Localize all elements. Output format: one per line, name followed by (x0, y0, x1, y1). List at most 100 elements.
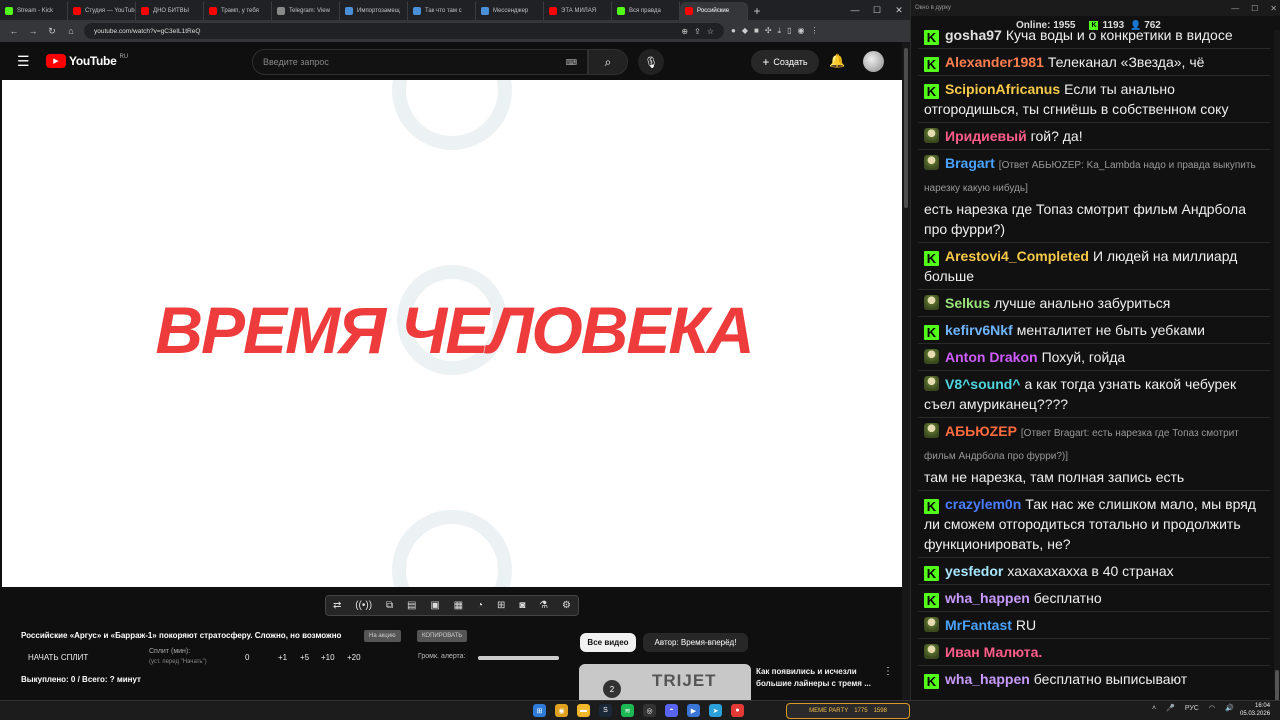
chat-scrollbar[interactable] (1274, 30, 1280, 710)
chat-username[interactable]: Иван Малюта. (945, 644, 1042, 660)
browser-tab[interactable]: Российские (680, 2, 748, 20)
alert-volume-slider[interactable] (478, 656, 559, 660)
voice-search-button[interactable]: 🎙 (638, 49, 664, 75)
chat-username[interactable]: Arestovi4_Completed (945, 248, 1089, 264)
chat-username[interactable]: gosha97 (945, 30, 1002, 43)
telegram-icon[interactable]: ➤ (709, 704, 722, 717)
app-icon[interactable]: ● (731, 704, 744, 717)
extension-icon[interactable]: ◆ (742, 26, 748, 36)
new-tab-icon[interactable]: + (748, 2, 766, 20)
maximize-icon[interactable]: ☐ (866, 5, 888, 16)
create-button[interactable]: + Создать (751, 50, 819, 74)
chat-username[interactable]: Иридиевый (945, 128, 1027, 144)
avatar[interactable] (863, 51, 884, 72)
browser-tab[interactable]: Telegram: View (272, 2, 340, 20)
start-split-button[interactable]: НАЧАТЬ СПЛИТ (28, 653, 88, 662)
media-player-icon[interactable]: ▶ (687, 704, 700, 717)
copy-pill-button[interactable]: КОПИРОВАТЬ (417, 630, 468, 642)
reload-icon[interactable]: ↻ (46, 26, 58, 37)
chat-username[interactable]: ScipionAfricanus (945, 81, 1060, 97)
chat-username[interactable]: MrFantast (945, 617, 1012, 633)
chat-username[interactable]: kefirv6Nkf (945, 322, 1013, 338)
chat-username[interactable]: V8^sound^ (945, 376, 1020, 392)
clock[interactable]: 16:04 05.03.2026 (1240, 702, 1270, 718)
camera-icon[interactable]: ◙ (519, 600, 525, 611)
forward-icon[interactable]: → (27, 26, 39, 36)
recommended-title[interactable]: Как появились и исчезли большие лайнеры … (756, 666, 878, 690)
search-input[interactable]: Введите запрос ⌨ (252, 49, 588, 75)
add-20-button[interactable]: +20 (347, 653, 361, 662)
broadcast-icon[interactable]: ((•)) (355, 600, 372, 611)
puzzle-icon[interactable]: ✣ (765, 26, 772, 36)
browser-tab[interactable]: ДНО БИТВЫ (136, 2, 204, 20)
add-1-button[interactable]: +1 (278, 653, 287, 662)
chat-username[interactable]: yesfedor (945, 563, 1003, 579)
screen-icon[interactable]: ⧉ (386, 600, 393, 611)
promo-pill-button[interactable]: На акцию (364, 630, 401, 642)
browser-tab[interactable]: Импортозамещ (340, 2, 408, 20)
video-player[interactable]: ВРЕМЯ ЧЕЛОВЕКА (2, 80, 902, 587)
back-icon[interactable]: ← (8, 26, 20, 36)
folder-icon[interactable]: ▬ (577, 704, 590, 717)
close-icon[interactable]: ✕ (1270, 4, 1277, 13)
page-scrollbar-thumb[interactable] (904, 48, 908, 208)
speed-icon[interactable]: ◔ (477, 600, 483, 611)
browser-tab[interactable]: ЭТА МИЛАЯ (544, 2, 612, 20)
sidebar-icon[interactable]: ▯ (787, 26, 791, 36)
chat-username[interactable]: Bragart (945, 155, 995, 171)
more-options-icon[interactable]: ⋮ (883, 666, 893, 677)
home-icon[interactable]: ⌂ (65, 26, 77, 36)
minimize-icon[interactable]: — (844, 5, 866, 15)
browser-tab[interactable]: Вся правда (612, 2, 680, 20)
loop-icon[interactable]: ⇄ (333, 600, 341, 611)
extension-icon[interactable]: ● (731, 26, 736, 36)
browser-tab[interactable]: Студия — YouTube (68, 2, 136, 20)
chevron-up-icon[interactable]: ˄ (1152, 705, 1156, 712)
all-videos-chip[interactable]: Все видео (580, 633, 636, 652)
microphone-icon[interactable]: 🎤 (1166, 704, 1175, 712)
meme-party-widget[interactable]: MEME PARTY 1775 1598 (786, 703, 910, 719)
picture-in-picture-icon[interactable]: ▣ (430, 600, 439, 611)
chat-username[interactable]: Alexander1981 (945, 54, 1044, 70)
settings-gear-icon[interactable]: ⚙ (562, 600, 571, 611)
chat-username[interactable]: Selkus (945, 295, 990, 311)
url-field[interactable]: youtube.com/watch?v=gC3eIL1tReQ ⊕ ⇪ ☆ (84, 23, 724, 39)
search-button[interactable]: ⌕ (588, 49, 628, 75)
add-5-button[interactable]: +5 (300, 653, 309, 662)
notifications-bell-icon[interactable]: 🔔 (829, 53, 845, 69)
browser-tab[interactable]: Stream - Kick (0, 2, 68, 20)
chat-username[interactable]: crazylem0n (945, 496, 1021, 512)
extension-icon[interactable]: ■ (754, 26, 759, 36)
language-indicator[interactable]: РУС (1185, 705, 1199, 712)
steam-icon[interactable]: S (599, 704, 612, 717)
chat-username[interactable]: wha_happen (945, 590, 1030, 606)
add-10-button[interactable]: +10 (321, 653, 335, 662)
start-icon[interactable]: ⊞ (533, 704, 546, 717)
spotify-icon[interactable]: ≋ (621, 704, 634, 717)
chrome-icon[interactable]: ◉ (555, 704, 568, 717)
star-icon[interactable]: ☆ (707, 27, 714, 36)
author-chip[interactable]: Автор: Время-вперёд! (643, 633, 748, 652)
minimize-icon[interactable]: — (1231, 4, 1239, 13)
film-icon[interactable]: ▤ (407, 600, 416, 611)
menu-icon[interactable]: ⋮ (810, 26, 818, 36)
zoom-icon[interactable]: ⊕ (681, 27, 688, 36)
hamburger-menu-icon[interactable]: ☰ (17, 53, 31, 70)
browser-tab[interactable]: Так что там с (408, 2, 476, 20)
volume-icon[interactable]: 🔊 (1225, 704, 1234, 712)
youtube-logo[interactable]: ▶ YouTube RU (46, 54, 128, 68)
profile-icon[interactable]: ◉ (798, 26, 805, 36)
wifi-icon[interactable]: ◠ (1209, 704, 1215, 712)
share-icon[interactable]: ⇪ (694, 27, 701, 36)
close-icon[interactable]: ✕ (888, 5, 910, 16)
add-to-queue-icon[interactable]: ⊞ (497, 600, 505, 611)
maximize-icon[interactable]: ☐ (1251, 4, 1258, 13)
chat-username[interactable]: Anton Drakon (945, 349, 1038, 365)
subtitles-icon[interactable]: ▦ (454, 600, 463, 611)
obs-icon[interactable]: ◎ (643, 704, 656, 717)
browser-tab[interactable]: Мессенджер (476, 2, 544, 20)
browser-tab[interactable]: Трамп, у тебя (204, 2, 272, 20)
discord-icon[interactable]: ◓ (665, 704, 678, 717)
chat-username[interactable]: wha_happen (945, 671, 1030, 687)
keyboard-icon[interactable]: ⌨ (565, 58, 577, 67)
